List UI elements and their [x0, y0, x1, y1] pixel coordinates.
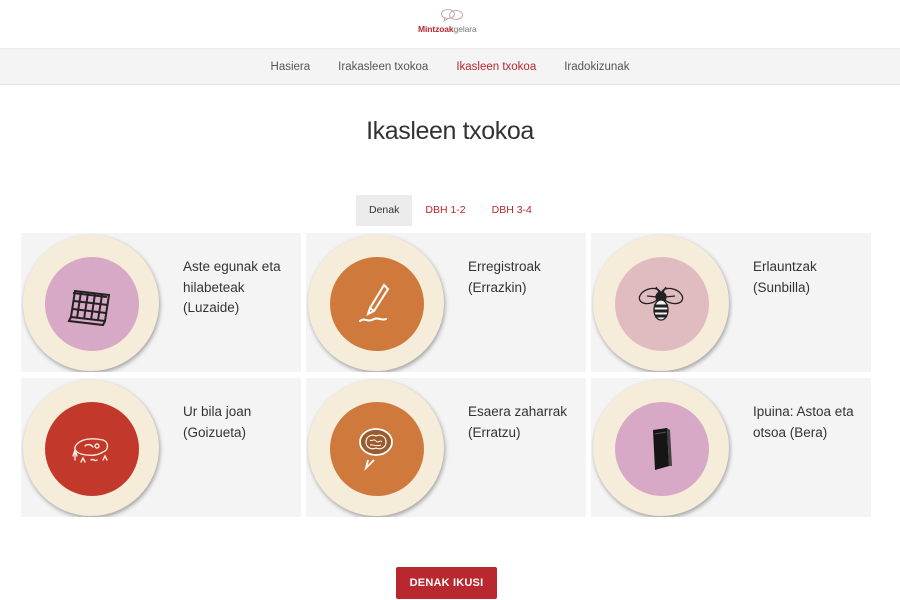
card-title: Aste egunak eta hilabeteak (Luzaide) — [183, 259, 281, 315]
see-all-button[interactable]: DENAK IKUSI — [396, 567, 497, 599]
card-title: Ur bila joan (Goizueta) — [183, 404, 252, 440]
card-plate — [593, 235, 729, 371]
nav-item-hasiera[interactable]: Hasiera — [271, 61, 311, 73]
speech-bubbles-icon — [441, 9, 463, 23]
pencil-icon — [359, 283, 390, 322]
calendar-icon — [67, 289, 111, 327]
page-title: Ikasleen txokoa — [366, 117, 534, 145]
nav-item-irakasleen-txokoa[interactable]: Irakasleen txokoa — [338, 61, 428, 73]
activity-grid: Aste egunak eta hilabeteak (Luzaide) Err… — [21, 233, 872, 517]
bee-icon — [638, 286, 684, 321]
book-icon — [653, 428, 672, 470]
filter-dbh-3-4[interactable]: DBH 3-4 — [479, 195, 545, 226]
activity-card[interactable]: Ur bila joan (Goizueta) — [21, 378, 301, 517]
card-plate — [23, 380, 159, 516]
card-title: Ipuina: Astoa eta otsoa (Bera) — [753, 404, 854, 440]
card-plate — [308, 380, 444, 516]
card-plate — [23, 235, 159, 371]
filter-tabs: Denak DBH 1-2 DBH 3-4 — [356, 195, 545, 226]
filter-denak[interactable]: Denak — [356, 195, 413, 226]
header: Mintzoakgelara — [0, 0, 900, 48]
nav-item-iradokizunak[interactable]: Iradokizunak — [564, 61, 629, 73]
activity-card[interactable]: Ipuina: Astoa eta otsoa (Bera) — [591, 378, 871, 517]
logo-text: Mintzoakgelara — [418, 24, 477, 34]
brain-speech-icon — [359, 428, 393, 471]
card-plate — [593, 380, 729, 516]
filter-dbh-1-2[interactable]: DBH 1-2 — [412, 195, 478, 226]
main-nav: Hasiera Irakasleen txokoa Ikasleen txoko… — [0, 48, 900, 85]
activity-card[interactable]: Esaera zaharrak (Erratzu) — [306, 378, 586, 517]
card-title: Erlauntzak (Sunbilla) — [753, 259, 817, 295]
card-plate — [308, 235, 444, 371]
card-title: Erregistroak (Errazkin) — [468, 259, 541, 295]
logo[interactable]: Mintzoakgelara — [418, 8, 482, 38]
activity-card[interactable]: Erregistroak (Errazkin) — [306, 233, 586, 372]
activity-card[interactable]: Aste egunak eta hilabeteak (Luzaide) — [21, 233, 301, 372]
activity-card[interactable]: Erlauntzak (Sunbilla) — [591, 233, 871, 372]
card-title: Esaera zaharrak (Erratzu) — [468, 404, 568, 440]
nav-item-ikasleen-txokoa[interactable]: Ikasleen txokoa — [456, 61, 536, 73]
map-icon — [72, 438, 109, 463]
